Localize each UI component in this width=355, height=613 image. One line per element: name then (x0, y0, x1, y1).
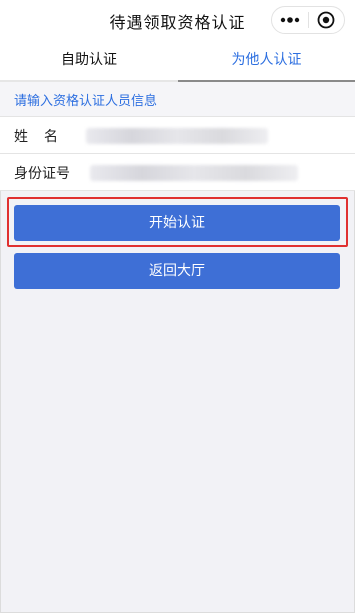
form-section-header: 请输入资格认证人员信息 (0, 82, 355, 116)
top-nav-bar: 待遇领取资格认证 (0, 0, 355, 40)
target-circle-icon (317, 11, 335, 29)
tab-bar: 自助认证 为他人认证 (0, 40, 355, 82)
name-label: 姓名 (14, 129, 74, 145)
close-mini-program-button[interactable] (308, 7, 344, 33)
back-to-hall-button[interactable]: 返回大厅 (14, 253, 340, 289)
id-number-field-redacted[interactable] (90, 165, 298, 181)
start-certification-button[interactable]: 开始认证 (14, 205, 340, 241)
name-row: 姓名 (0, 116, 355, 153)
tab-certify-for-others[interactable]: 为他人认证 (178, 40, 355, 80)
ellipsis-icon (280, 17, 299, 23)
id-number-row: 身份证号 (0, 153, 355, 191)
form-section-title: 请输入资格认证人员信息 (14, 94, 158, 109)
tab-self-certification[interactable]: 自助认证 (0, 40, 178, 80)
mini-program-capsule (271, 6, 345, 34)
id-number-label: 身份证号 (14, 166, 70, 182)
name-field-redacted[interactable] (86, 128, 268, 144)
more-menu-button[interactable] (272, 7, 308, 33)
